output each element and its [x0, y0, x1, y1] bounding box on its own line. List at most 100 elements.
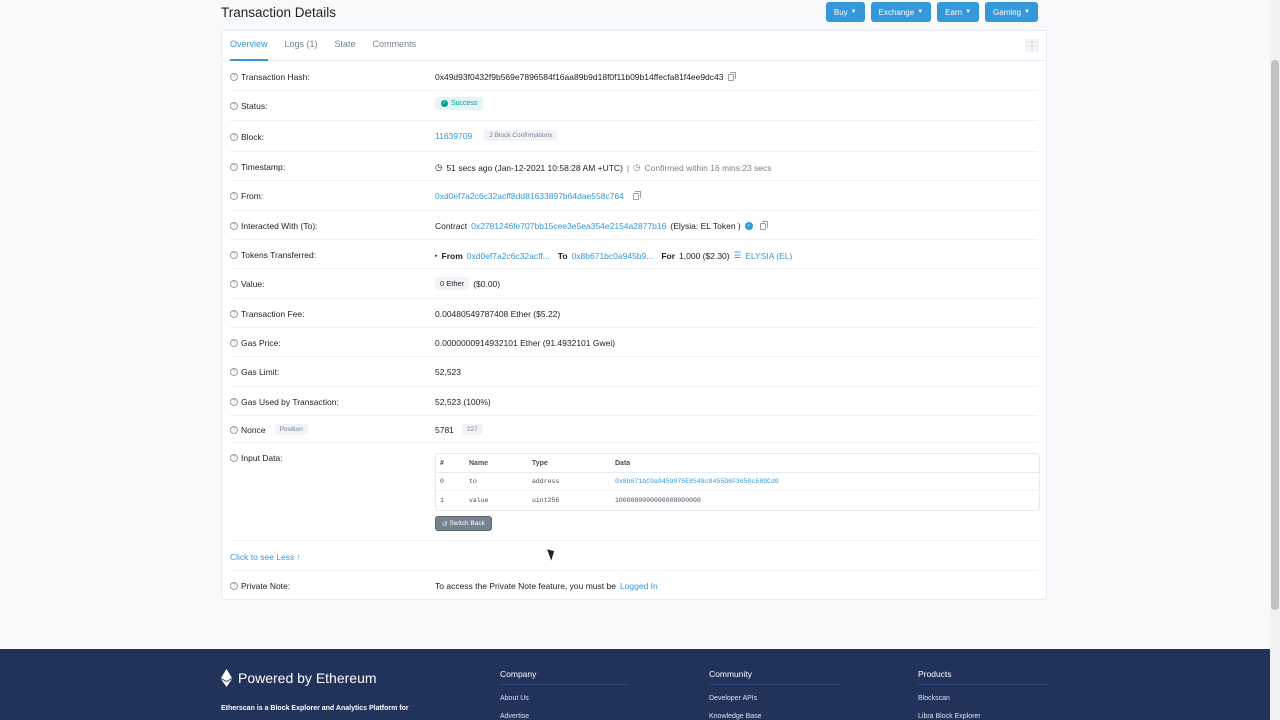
timestamp-label: ? Timestamp: [230, 162, 285, 172]
buy-button-label: Buy [833, 7, 848, 17]
question-icon[interactable]: ? [230, 133, 238, 141]
switch-back-label: Switch Back [449, 520, 485, 527]
label-text: Private Note: [241, 581, 291, 591]
verified-icon: ✓ [744, 222, 753, 230]
tab-overview[interactable]: Overview [230, 31, 268, 61]
tab-comments[interactable]: Comments [373, 31, 417, 61]
fee-row: ? Transaction Fee: 0.00480549787408 Ether… [230, 299, 1038, 328]
label-text: From: [241, 191, 264, 201]
gas-limit-row: ? Gas Limit: 52,523 [230, 357, 1038, 387]
position-badge: Position [274, 424, 308, 435]
tokens-label: ? Tokens Transferred: [230, 250, 316, 260]
col-header: # [440, 459, 444, 467]
fee-value: 0.00480549787408 Ether ($5.22) [435, 309, 561, 319]
position-value-badge: 227 [461, 424, 483, 435]
label-text: Tokens Transferred: [241, 250, 317, 260]
interacted-value-wrap: Contract 0x2781246fe707bb15cee3e5ea354e21… [435, 220, 768, 231]
page-title: Transaction Details [221, 5, 337, 20]
more-options-icon[interactable]: ⋮ [1025, 39, 1039, 52]
gas-price-label: ? Gas Price: [230, 338, 281, 348]
tokens-row: ? Tokens Transferred: ▸ From 0xd0ef7a2c6c32… [230, 240, 1038, 269]
private-note-value-wrap: To access the Private Note feature, you … [435, 581, 658, 591]
question-icon[interactable]: ? [230, 192, 238, 200]
footer-col-title: Company [500, 669, 537, 679]
question-icon[interactable]: ? [230, 368, 238, 376]
scrollbar[interactable] [1270, 0, 1280, 720]
question-icon[interactable]: ? [230, 339, 238, 347]
question-icon[interactable]: ? [230, 102, 238, 110]
tokens-value-wrap: ▸ From 0xd0ef7a2c6c32acff... To 0x8b671bc0a9… [435, 250, 792, 261]
token-amount: 1,000 ($2.30) [679, 250, 730, 261]
col-header: Name [469, 459, 489, 467]
chevron-down-icon: ▼ [1024, 9, 1030, 15]
for-word: For [661, 250, 676, 261]
earn-button[interactable]: Earn ▼ [937, 2, 980, 22]
label-text: Gas Used by Transaction: [241, 397, 339, 407]
scrollbar-thumb[interactable] [1271, 60, 1279, 610]
interacted-label: ? Interacted With (To): [230, 221, 318, 231]
label-text: Nonce [241, 424, 266, 435]
value-label: ? Value: [230, 279, 264, 289]
timestamp-value: 51 secs ago (Jan-12-2021 10:58:28 AM +UT… [446, 162, 623, 173]
table-row: 0 to address 0x8b671bC0a9459975E8548c845… [436, 473, 1039, 491]
exchange-button[interactable]: Exchange ▼ [870, 2, 932, 22]
tx-hash-row: ? Transaction Hash: 0x49d93f0432f9b569e78… [230, 62, 1038, 91]
top-button-group: Buy ▼ Exchange ▼ Earn ▼ Gaming ▼ [825, 2, 1038, 22]
see-less-text: Click to see Less [230, 552, 295, 562]
status-label: ? Status: [230, 101, 267, 111]
undo-icon: ↺ [442, 520, 448, 528]
copy-icon[interactable] [727, 71, 736, 81]
copy-icon[interactable] [632, 190, 641, 200]
block-number-link[interactable]: 11639709 [435, 131, 472, 141]
tab-bar: Overview Logs (1) State Comments ⋮ [222, 31, 1046, 61]
footer-link[interactable]: Knowledge Base [709, 713, 762, 720]
token-name-link[interactable]: ELYSIA (EL) [745, 251, 792, 261]
footer-link[interactable]: Advertise [500, 713, 536, 720]
copy-icon[interactable] [759, 220, 768, 230]
question-icon[interactable]: ? [230, 582, 238, 590]
question-icon[interactable]: ? [230, 251, 238, 259]
interacted-row: ? Interacted With (To): Contract 0x2781246… [230, 211, 1038, 240]
from-value-wrap: 0xd0ef7a2c6c32acff8dd81633897b64dae558c7… [435, 190, 641, 201]
nonce-row: ? Nonce Position 5781 227 [230, 416, 1038, 443]
question-icon[interactable]: ? [230, 222, 238, 230]
table-cell: 1 [440, 496, 444, 504]
label-text: Transaction Hash: [241, 72, 310, 82]
gas-used-row: ? Gas Used by Transaction: 52,523 (100%) [230, 387, 1038, 416]
see-less-link[interactable]: Click to see Less ↑ [230, 552, 301, 562]
footer-link[interactable]: About Us [500, 695, 536, 702]
gaming-button-label: Gaming [993, 7, 1022, 17]
question-icon[interactable]: ? [230, 398, 238, 406]
from-address-link[interactable]: 0xd0ef7a2c6c32acff8dd81633897b64dae558c7… [435, 191, 624, 201]
question-icon[interactable]: ? [230, 73, 238, 81]
question-icon[interactable]: ? [230, 163, 238, 171]
address-link[interactable]: 0x8b671bC0a9459975E8548c8455D6F3650c58DC… [615, 478, 1039, 485]
nonce-value-wrap: 5781 227 [435, 424, 483, 435]
table-cell: uint256 [532, 496, 560, 504]
footer-col-products: Products Blockscan Libra Block Explorer [918, 669, 1048, 720]
block-row: ? Block: 11639709 2 Block Confirmations [230, 121, 1038, 152]
question-icon[interactable]: ? [230, 310, 238, 318]
chevron-down-icon: ▼ [965, 9, 972, 15]
tab-logs[interactable]: Logs (1) [285, 31, 318, 61]
footer-link[interactable]: Developer APIs [709, 695, 762, 702]
label-text: Timestamp: [241, 162, 286, 172]
login-link[interactable]: Logged In [620, 581, 658, 591]
contract-address-link[interactable]: 0x2781246fe707bb15cee3e5ea354e2154a2877b… [471, 221, 666, 231]
gaming-button[interactable]: Gaming ▼ [985, 2, 1038, 22]
footer-link[interactable]: Blockscan [918, 695, 981, 702]
token-to-link[interactable]: 0x8b671bc0a945b9... [572, 251, 654, 261]
tab-state[interactable]: State [335, 31, 356, 61]
gas-price-row: ? Gas Price: 0.0000000914932101 Ether (91… [230, 328, 1038, 357]
powered-by: Powered by Ethereum [221, 669, 377, 687]
gas-used-value: 52,523 (100%) [435, 397, 491, 407]
footer-link[interactable]: Libra Block Explorer [918, 713, 981, 720]
buy-button[interactable]: Buy ▼ [825, 2, 865, 22]
token-from-link[interactable]: 0xd0ef7a2c6c32acff... [467, 251, 550, 261]
transaction-card: Overview Logs (1) State Comments ⋮ ? Tran… [221, 30, 1047, 600]
question-icon[interactable]: ? [230, 425, 238, 434]
block-label: ? Block: [230, 132, 264, 142]
question-icon[interactable]: ? [230, 280, 238, 288]
token-icon: ☰ [733, 250, 742, 260]
switch-back-button[interactable]: ↺ Switch Back [435, 516, 492, 531]
